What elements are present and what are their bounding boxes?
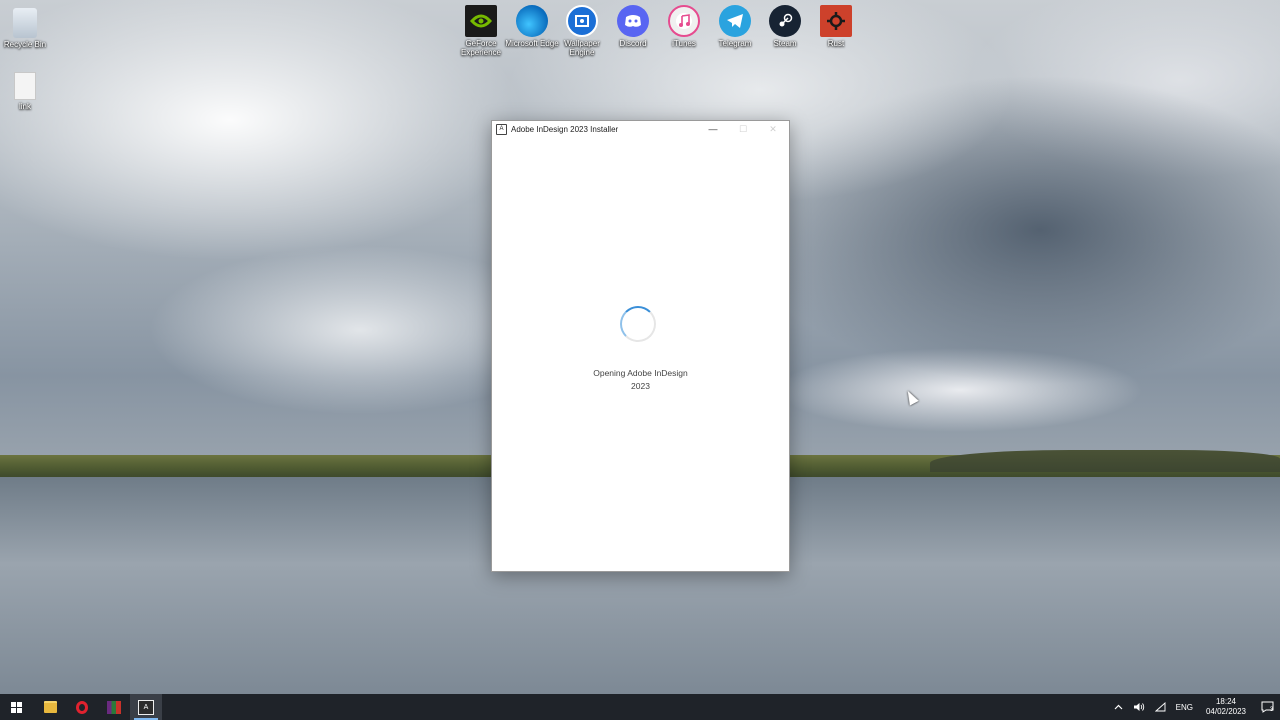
status-line-1: Opening Adobe InDesign — [593, 368, 688, 378]
minimize-button[interactable]: — — [698, 121, 728, 137]
window-titlebar[interactable]: A Adobe InDesign 2023 Installer — ☐ ✕ — [492, 121, 789, 137]
wallpaper-engine-icon — [566, 5, 598, 37]
opera-icon — [76, 700, 88, 714]
desktop-icon-rust[interactable]: Rust — [806, 5, 866, 48]
wifi-icon — [1154, 702, 1166, 712]
itunes-icon — [668, 5, 700, 37]
taskbar: A ENG 18:24 04/02/2023 3 — [0, 694, 1280, 720]
rust-icon — [820, 5, 852, 37]
system-tray: ENG 18:24 04/02/2023 3 — [1109, 694, 1280, 720]
status-text: Opening Adobe InDesign 2023 — [492, 367, 789, 393]
wallpaper-hills — [930, 450, 1280, 472]
edge-icon — [516, 5, 548, 37]
adobe-app-icon: A — [496, 123, 507, 135]
maximize-button[interactable]: ☐ — [728, 121, 758, 137]
desktop-icon-link[interactable]: link — [0, 72, 55, 111]
language-indicator[interactable]: ENG — [1171, 703, 1198, 712]
clock-time: 18:24 — [1215, 697, 1236, 706]
taskbar-adobe-installer[interactable]: A — [130, 694, 162, 720]
nvidia-icon — [465, 5, 497, 37]
start-button[interactable] — [0, 694, 32, 720]
taskbar-winrar[interactable] — [98, 694, 130, 720]
taskbar-clock[interactable]: 18:24 04/02/2023 — [1198, 697, 1254, 717]
window-title: Adobe InDesign 2023 Installer — [511, 124, 619, 134]
clock-date: 04/02/2023 — [1205, 707, 1246, 716]
steam-icon — [769, 5, 801, 37]
notification-count: 3 — [1269, 707, 1274, 713]
telegram-icon — [719, 5, 751, 37]
network-button[interactable] — [1150, 702, 1171, 712]
taskbar-opera[interactable] — [66, 694, 98, 720]
show-hidden-icons-button[interactable] — [1109, 704, 1128, 710]
desktop-icon-label: Recycle Bin — [3, 40, 47, 49]
file-explorer-icon — [43, 701, 57, 713]
desktop-icon-label: Rust — [827, 39, 845, 48]
adobe-installer-icon: A — [138, 699, 154, 715]
taskbar-file-explorer[interactable] — [34, 694, 66, 720]
recycle-bin-icon — [13, 8, 37, 38]
volume-button[interactable] — [1128, 702, 1150, 712]
status-line-2: 2023 — [631, 381, 650, 391]
close-button[interactable]: ✕ — [758, 121, 788, 137]
loading-spinner — [620, 306, 656, 342]
volume-icon — [1133, 703, 1144, 711]
file-icon — [14, 72, 36, 100]
chevron-up-icon — [1114, 704, 1123, 710]
desktop-icon-recycle-bin[interactable]: Recycle Bin — [0, 8, 55, 49]
discord-icon — [617, 5, 649, 37]
desktop-icon-label: link — [18, 102, 31, 111]
action-center-button[interactable]: 3 — [1254, 694, 1280, 720]
installer-window: A Adobe InDesign 2023 Installer — ☐ ✕ Op… — [491, 120, 790, 572]
winrar-icon — [107, 700, 121, 714]
start-icon — [10, 701, 22, 713]
